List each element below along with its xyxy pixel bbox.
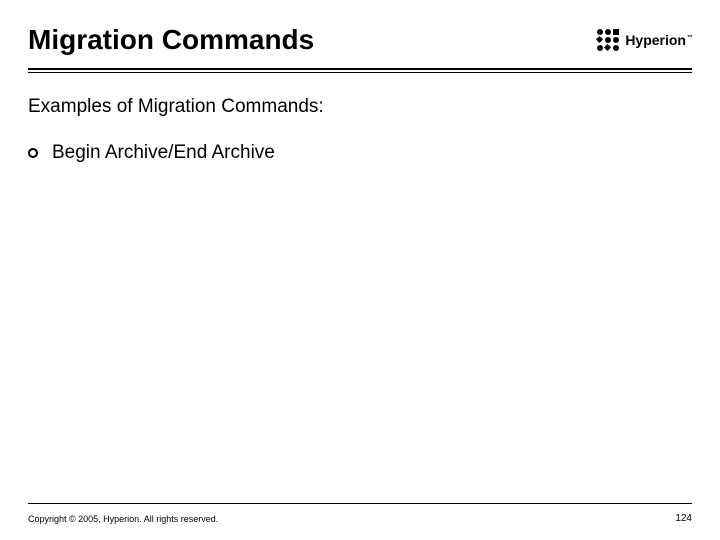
section-subtitle: Examples of Migration Commands: — [28, 96, 324, 118]
brand-trademark: ™ — [687, 35, 693, 41]
footer-divider — [28, 503, 692, 504]
list-item: Begin Archive/End Archive — [28, 142, 275, 164]
bullet-text: Begin Archive/End Archive — [52, 142, 275, 164]
copyright-text: Copyright © 2005, Hyperion. All rights r… — [28, 514, 218, 524]
header-divider-thick — [28, 68, 692, 70]
header-divider-thin — [28, 72, 692, 73]
bullet-icon — [28, 148, 38, 158]
slide: Migration Commands Hyperion™ Examples of… — [0, 0, 720, 540]
slide-header: Migration Commands Hyperion™ — [0, 24, 720, 56]
page-number: 124 — [675, 513, 692, 524]
brand-name-text: Hyperion — [625, 32, 686, 48]
page-title: Migration Commands — [28, 24, 314, 56]
bullet-list: Begin Archive/End Archive — [28, 142, 275, 164]
slide-footer: Copyright © 2005, Hyperion. All rights r… — [28, 513, 692, 524]
brand-logo: Hyperion™ — [597, 29, 692, 51]
brand-name: Hyperion™ — [625, 32, 692, 48]
brand-glyphs-icon — [597, 29, 619, 51]
